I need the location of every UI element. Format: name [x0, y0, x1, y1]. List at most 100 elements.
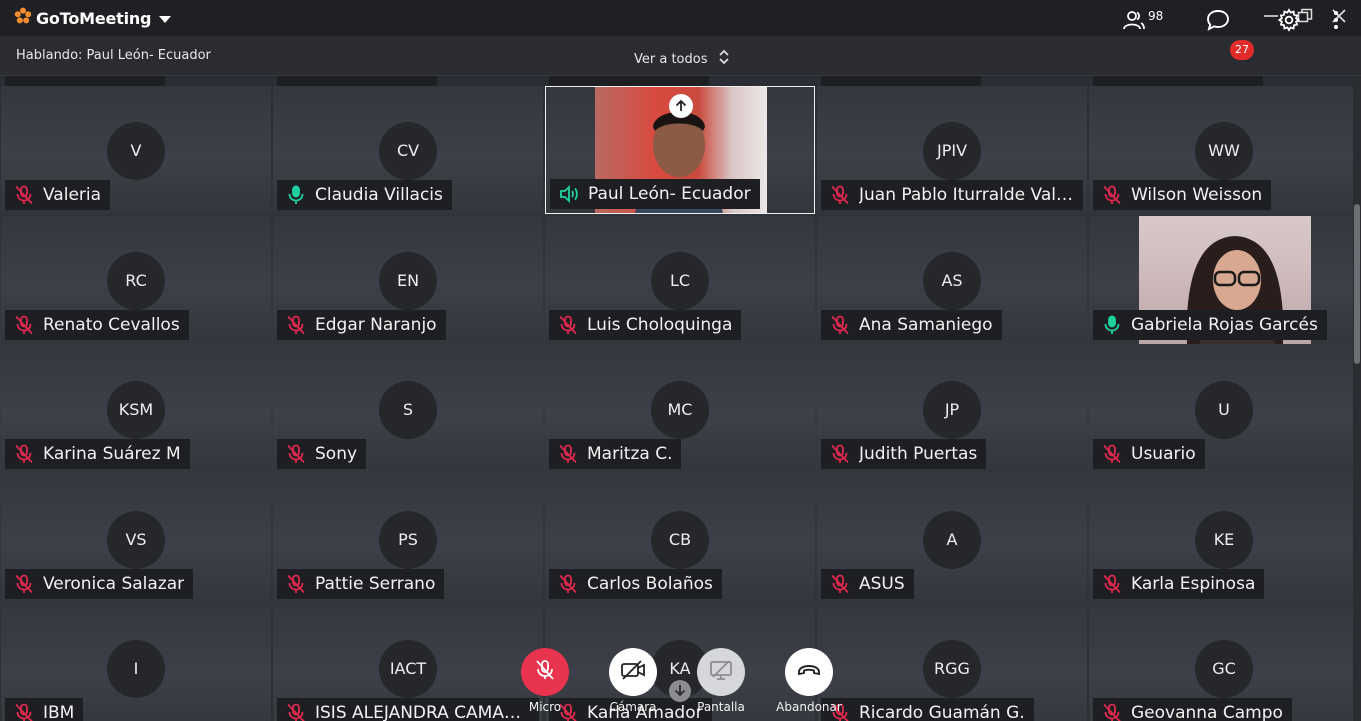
screen-share-off-icon — [708, 659, 734, 685]
avatar: A — [923, 510, 981, 569]
previous-row-namebar — [1093, 76, 1263, 86]
participant-name: Wilson Weisson — [1131, 185, 1263, 205]
scrollbar-track[interactable] — [1353, 76, 1361, 721]
participant-tile[interactable]: LC Luis Choloquinga — [545, 215, 815, 344]
participant-namebar: Renato Cevallos — [5, 309, 189, 340]
mic-off-icon — [533, 658, 557, 686]
avatar: CB — [651, 510, 709, 569]
participant-tile[interactable]: Paul León- Ecuador — [545, 86, 815, 214]
updown-chevron-icon — [718, 48, 730, 70]
camera-button[interactable] — [609, 648, 657, 696]
avatar: PS — [379, 510, 437, 569]
settings-button[interactable] — [1277, 8, 1301, 36]
mic-muted-icon — [13, 702, 35, 721]
mic-muted-icon — [13, 184, 35, 206]
arrow-down-icon — [673, 682, 687, 701]
participant-tile[interactable]: JPIV Juan Pablo Iturralde Valar... — [817, 86, 1087, 214]
mic-muted-icon — [1101, 443, 1123, 465]
participant-namebar: Gabriela Rojas Garcés — [1093, 309, 1327, 340]
participant-name: Paul León- Ecuador — [588, 184, 751, 204]
participant-tile[interactable]: EN Edgar Naranjo — [273, 215, 543, 344]
participant-tile[interactable]: S Sony — [273, 345, 543, 473]
participant-tile[interactable]: AS Ana Samaniego — [817, 215, 1087, 344]
mic-button-label: Micro — [528, 700, 562, 714]
app-logo[interactable]: GoToMeeting — [14, 7, 172, 29]
avatar: CV — [379, 122, 437, 180]
participant-name: Valeria — [43, 185, 102, 205]
participant-namebar: Sony — [277, 439, 367, 469]
participant-tile[interactable]: CB Carlos Bolaños — [545, 474, 815, 603]
participant-tile[interactable]: CV Claudia Villacis — [273, 86, 543, 214]
mic-muted-icon — [829, 573, 851, 595]
participants-button[interactable]: 98 — [1122, 8, 1163, 36]
participant-namebar: Pattie Serrano — [277, 568, 445, 599]
participant-tile[interactable]: V Valeria — [1, 86, 271, 214]
avatar: EN — [379, 251, 437, 310]
screen-share-button-label: Pantalla — [697, 700, 745, 714]
participant-tile[interactable]: KSM Karina Suárez M — [1, 345, 271, 473]
mic-muted-icon — [557, 443, 579, 465]
participant-name: Renato Cevallos — [43, 314, 180, 335]
participant-namebar: Claudia Villacis — [277, 180, 452, 210]
participant-namebar: IBM — [5, 698, 84, 721]
mic-on-icon — [1101, 314, 1123, 336]
participant-tile[interactable]: GC Geovanna Campo — [1089, 604, 1353, 721]
previous-row-namebar — [821, 76, 981, 86]
mic-muted-icon — [285, 314, 307, 336]
avatar: U — [1195, 381, 1253, 439]
participant-tile[interactable]: VS Veronica Salazar — [1, 474, 271, 603]
participant-tile[interactable]: Gabriela Rojas Garcés — [1089, 215, 1353, 344]
scroll-down-button[interactable] — [669, 680, 691, 702]
participant-tile[interactable]: MC Maritza C. — [545, 345, 815, 473]
caret-down-icon[interactable] — [159, 9, 172, 28]
avatar: JP — [923, 381, 981, 439]
mic-muted-icon — [829, 443, 851, 465]
more-options-button[interactable] — [1330, 9, 1342, 35]
participant-name: Gabriela Rojas Garcés — [1131, 314, 1318, 335]
participant-tile[interactable]: RC Renato Cevallos — [1, 215, 271, 344]
leave-button[interactable] — [785, 648, 833, 696]
chat-unread-badge: 27 — [1230, 40, 1254, 60]
participant-tile[interactable]: PS Pattie Serrano — [273, 474, 543, 603]
screen-share-button[interactable] — [697, 648, 745, 696]
participant-tile[interactable]: JP Judith Puertas — [817, 345, 1087, 473]
avatar: V — [107, 122, 165, 180]
mic-muted-icon — [1101, 184, 1123, 206]
participant-name: Luis Choloquinga — [587, 314, 733, 335]
arrow-up-icon[interactable] — [669, 94, 693, 118]
view-mode-selector[interactable]: Ver a todos — [634, 48, 730, 70]
participant-tile[interactable]: U Usuario — [1089, 345, 1353, 473]
participant-namebar: Juan Pablo Iturralde Valar... — [821, 180, 1083, 210]
participant-namebar: Veronica Salazar — [5, 568, 194, 599]
mic-button[interactable] — [521, 648, 569, 696]
participant-name: ASUS — [859, 573, 905, 594]
participant-tile[interactable]: A ASUS — [817, 474, 1087, 603]
participant-namebar: ASUS — [821, 568, 914, 599]
camera-off-icon — [620, 659, 646, 685]
avatar: KSM — [107, 381, 165, 439]
vertical-dots-icon — [1330, 11, 1342, 35]
participant-name: Pattie Serrano — [315, 573, 436, 594]
participant-tile[interactable]: I IBM — [1, 604, 271, 721]
avatar: WW — [1195, 122, 1253, 180]
participant-name: Maritza C. — [587, 444, 673, 464]
mic-muted-icon — [13, 314, 35, 336]
speaking-indicator: Hablando: Paul León- Ecuador — [16, 48, 211, 63]
participant-tile[interactable]: WW Wilson Weisson — [1089, 86, 1353, 214]
participant-name: Geovanna Campo — [1131, 703, 1283, 721]
chat-button[interactable] — [1205, 8, 1231, 36]
participant-name: Carlos Bolaños — [587, 573, 713, 594]
avatar: VS — [107, 510, 165, 569]
mic-muted-icon — [1101, 573, 1123, 595]
participant-namebar: Paul León- Ecuador — [550, 179, 760, 209]
participant-name: Karina Suárez M — [43, 444, 181, 464]
people-icon — [1122, 8, 1146, 36]
participant-name: Ana Samaniego — [859, 314, 993, 335]
mic-on-icon — [285, 184, 307, 206]
participant-name: Veronica Salazar — [43, 573, 185, 594]
scrollbar-thumb[interactable] — [1354, 204, 1360, 364]
mic-muted-icon — [285, 443, 307, 465]
participant-tile[interactable]: KE Karla Espinosa — [1089, 474, 1353, 603]
participant-namebar: Karina Suárez M — [5, 439, 190, 469]
participant-namebar: Geovanna Campo — [1093, 698, 1292, 721]
